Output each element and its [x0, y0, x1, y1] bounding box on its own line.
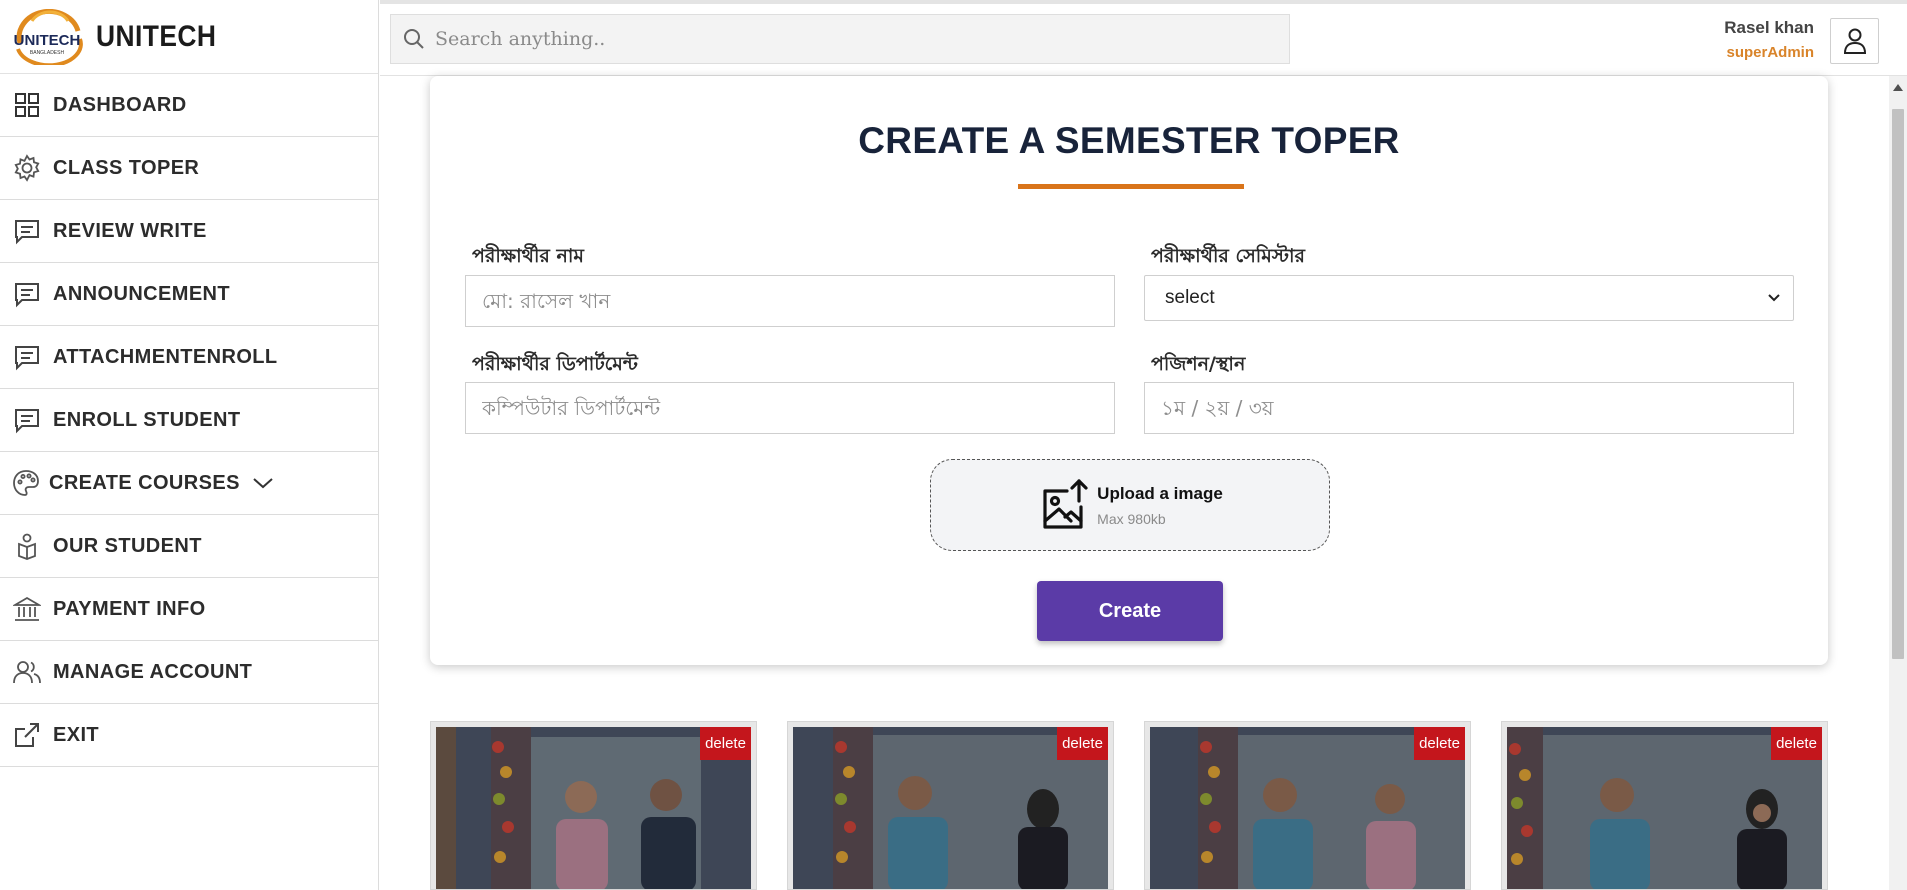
palette-icon [12, 468, 40, 498]
sidebar-item-manage-account[interactable]: MANAGE ACCOUNT [0, 641, 378, 704]
sidebar-item-announcement[interactable]: ANNOUNCEMENT [0, 263, 378, 326]
sidebar-item-review-write[interactable]: REVIEW WRITE [0, 200, 378, 263]
app-root: UNITECH BANGLADESH UNITECH DASHBOARD CLA… [0, 0, 1907, 890]
gallery-card: delete [1501, 721, 1828, 890]
user-role: superAdmin [1726, 44, 1814, 61]
sidebar-item-enroll-student[interactable]: ENROLL STUDENT [0, 389, 378, 452]
name-input[interactable] [466, 276, 1114, 326]
name-label: পরীক্ষার্থীর নাম [472, 245, 584, 267]
department-input[interactable] [466, 383, 1114, 433]
scroll-up-arrow-icon[interactable] [1889, 80, 1907, 94]
toper-photo: delete [793, 727, 1108, 889]
users-icon [12, 657, 42, 687]
upload-text: Upload a image Max 980kb [1097, 484, 1223, 527]
position-label: পজিশন/স্থান [1151, 353, 1246, 375]
grid-icon [12, 90, 42, 120]
image-upload-icon [1037, 477, 1093, 533]
sidebar-nav: DASHBOARD CLASS TOPER REVIEW WRITE ANNOU… [0, 74, 378, 767]
search-bar[interactable] [390, 14, 1290, 64]
bank-icon [12, 594, 42, 624]
sidebar-item-label: PAYMENT INFO [53, 597, 206, 620]
upload-size-hint: Max 980kb [1097, 510, 1166, 527]
sidebar-item-dashboard[interactable]: DASHBOARD [0, 74, 378, 137]
chevron-down-icon[interactable] [252, 476, 274, 490]
chevron-down-icon [1767, 293, 1781, 303]
delete-button[interactable]: delete [700, 727, 751, 760]
scrollbar-thumb[interactable] [1892, 109, 1904, 659]
sidebar-item-label: MANAGE ACCOUNT [53, 660, 253, 683]
upload-title: Upload a image [1097, 483, 1223, 503]
gallery-card: delete [430, 721, 757, 890]
sidebar: UNITECH BANGLADESH UNITECH DASHBOARD CLA… [0, 0, 379, 890]
svg-text:BANGLADESH: BANGLADESH [30, 50, 65, 56]
image-upload-dropzone[interactable]: Upload a image Max 980kb [930, 459, 1330, 551]
create-button[interactable]: Create [1037, 581, 1223, 641]
delete-button[interactable]: delete [1414, 727, 1465, 760]
sidebar-item-create-courses[interactable]: CREATE COURSES [0, 452, 378, 515]
sidebar-item-label: OUR STUDENT [53, 534, 202, 557]
sidebar-item-label: ANNOUNCEMENT [53, 282, 231, 305]
page-title: CREATE A SEMESTER TOPER [858, 120, 1400, 161]
scrollbar[interactable] [1889, 76, 1907, 890]
user-info: Rasel khan superAdmin [1724, 18, 1814, 61]
sidebar-item-label: ENROLL STUDENT [53, 408, 241, 431]
sidebar-item-label: EXIT [53, 723, 100, 746]
sidebar-item-exit[interactable]: EXIT [0, 704, 378, 767]
sidebar-item-label: REVIEW WRITE [53, 219, 207, 242]
sidebar-item-label: CLASS TOPER [53, 156, 200, 179]
search-input[interactable] [435, 28, 1275, 50]
sidebar-item-our-student[interactable]: OUR STUDENT [0, 515, 378, 578]
sidebar-item-class-toper[interactable]: CLASS TOPER [0, 137, 378, 200]
gear-icon [12, 153, 42, 183]
delete-button[interactable]: delete [1771, 727, 1822, 760]
sidebar-item-label: CREATE COURSES [49, 471, 240, 494]
student-icon [12, 531, 42, 561]
user-icon [1842, 27, 1868, 55]
message-icon [12, 279, 42, 309]
top-header: Rasel khan superAdmin [380, 0, 1907, 76]
name-field-box [465, 275, 1115, 327]
logo: UNITECH BANGLADESH [10, 8, 84, 67]
position-input[interactable] [1145, 383, 1793, 433]
toper-photo: delete [436, 727, 751, 889]
department-field-box [465, 382, 1115, 434]
semester-label: পরীক্ষার্থীর সেমিস্টার [1151, 245, 1305, 267]
semester-selected-value: select [1165, 287, 1215, 308]
gallery-card: delete [1144, 721, 1471, 890]
toper-photo: delete [1150, 727, 1465, 889]
department-label: পরীক্ষার্থীর ডিপার্টমেন্ট [472, 353, 638, 375]
delete-button[interactable]: delete [1057, 727, 1108, 760]
message-icon [12, 342, 42, 372]
position-field-box [1144, 382, 1794, 434]
toper-gallery: delete delete delete delete [430, 721, 1830, 890]
title-underline [1018, 184, 1244, 189]
avatar-button[interactable] [1830, 18, 1879, 64]
create-toper-form: CREATE A SEMESTER TOPER পরীক্ষার্থীর নাম… [430, 76, 1828, 665]
svg-text:UNITECH: UNITECH [14, 32, 81, 49]
semester-select[interactable]: select [1144, 275, 1794, 321]
message-icon [12, 216, 42, 246]
sidebar-item-label: ATTACHMENTENROLL [53, 345, 278, 368]
sidebar-item-payment-info[interactable]: PAYMENT INFO [0, 578, 378, 641]
brand[interactable]: UNITECH BANGLADESH UNITECH [0, 0, 378, 74]
external-link-icon [12, 720, 42, 750]
sidebar-item-attachmentenroll[interactable]: ATTACHMENTENROLL [0, 326, 378, 389]
search-icon [403, 28, 425, 50]
brand-name: UNITECH [96, 19, 217, 53]
message-icon [12, 405, 42, 435]
gallery-card: delete [787, 721, 1114, 890]
user-name: Rasel khan [1724, 18, 1814, 37]
toper-photo: delete [1507, 727, 1822, 889]
sidebar-item-label: DASHBOARD [53, 93, 187, 116]
